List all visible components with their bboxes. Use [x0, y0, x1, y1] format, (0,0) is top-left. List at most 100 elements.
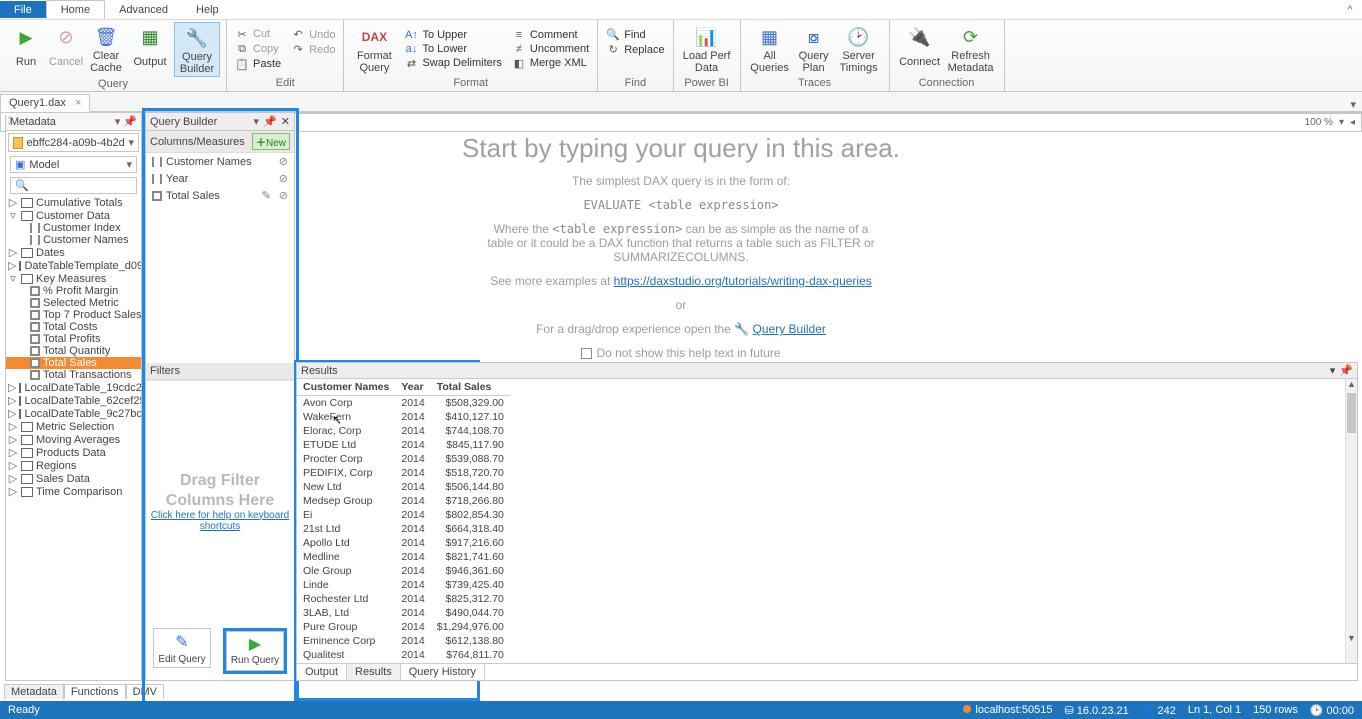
scroll-up-icon[interactable]: ▲ [1346, 379, 1357, 391]
output-button[interactable]: ▦Output [126, 22, 174, 77]
file-menu-tab[interactable]: File [0, 1, 46, 18]
document-tab[interactable]: Query1.dax × [0, 94, 90, 112]
table-row[interactable]: ▷Sales Data [6, 472, 141, 485]
close-icon[interactable]: ✕ [281, 115, 290, 128]
table-row[interactable]: ETUDE Ltd2014$845,117.90 [297, 438, 510, 452]
table-row[interactable]: Procter Corp2014$539,088.70 [297, 452, 510, 466]
functions-tab[interactable]: Functions [64, 684, 126, 699]
table-row[interactable]: ▷LocalDateTable_9c27bc4b [6, 407, 141, 420]
chevron-down-icon[interactable]: ▾ [1339, 117, 1344, 128]
table-row[interactable]: ▷Regions [6, 459, 141, 472]
doc-tab-menu-icon[interactable]: ▾ [1344, 98, 1362, 111]
collapse-ribbon-icon[interactable]: ^ [1338, 4, 1362, 16]
qb-dropdown-icon[interactable]: ▾ [254, 115, 260, 128]
table-row[interactable]: Apollo Ltd2014$917,216.60 [297, 536, 510, 550]
results-grid[interactable]: Customer NamesYearTotal SalesAvon Corp20… [297, 379, 1357, 663]
cut-button[interactable]: ✂Cut [233, 28, 283, 41]
table-row[interactable]: ▷LocalDateTable_62cef255-0 [6, 394, 141, 407]
table-row[interactable]: Ole Group2014$946,361.60 [297, 564, 510, 578]
query-plan-button[interactable]: ⧇Query Plan [793, 22, 835, 76]
table-row[interactable]: 21st Ltd2014$664,318.40 [297, 522, 510, 536]
comment-icon: ≡ [512, 29, 526, 41]
zoom-level[interactable]: 100 % [1305, 117, 1333, 128]
table-row[interactable]: Medsep Group2014$718,266.80 [297, 494, 510, 508]
help-menu-tab[interactable]: Help [182, 1, 233, 18]
table-row[interactable]: New Ltd2014$506,144.80 [297, 480, 510, 494]
close-tab-icon[interactable]: × [75, 97, 81, 109]
table-row[interactable]: ▷Moving Averages [6, 433, 141, 446]
table-row[interactable]: Pacific Ltd2014$551,972.80 [297, 662, 510, 663]
cancel-button[interactable]: ⊘Cancel [46, 22, 86, 77]
output-tab[interactable]: Output [297, 664, 347, 680]
undo-button[interactable]: ↶Undo [289, 28, 337, 41]
query-builder-button[interactable]: 🔧Query Builder [174, 22, 220, 77]
table-row[interactable]: ▷Products Data [6, 446, 141, 459]
home-menu-tab[interactable]: Home [46, 0, 105, 19]
comment-button[interactable]: ≡Comment [510, 29, 591, 41]
dax-tutorials-link[interactable]: https://daxstudio.org/tutorials/writing-… [614, 274, 872, 288]
play-icon: ▶ [249, 637, 261, 653]
to-lower-button[interactable]: a↓To Lower [402, 43, 503, 55]
replace-button[interactable]: ↻Replace [604, 43, 666, 56]
table-row[interactable]: 3LAB, Ltd2014$490,044.70 [297, 606, 510, 620]
qb-pin-icon[interactable]: 📌 [263, 115, 277, 128]
filters-header: Filters [146, 363, 294, 380]
table-row[interactable]: ▷Time Comparison [6, 485, 141, 498]
results-pin-icon[interactable]: 📌 [1339, 364, 1353, 377]
merge-xml-button[interactable]: ◧Merge XML [510, 57, 591, 70]
table-row[interactable]: Medline2014$821,741.60 [297, 550, 510, 564]
scroll-thumb[interactable] [1347, 393, 1356, 433]
metadata-pin-icon[interactable]: ▾ 📌 [115, 115, 137, 128]
chevron-left-icon[interactable]: ◂ [1350, 117, 1355, 128]
find-spacer [604, 58, 666, 70]
results-scrollbar[interactable]: ▲ ▼ [1345, 379, 1357, 663]
measure-icon [30, 370, 40, 380]
table-row[interactable]: Ei2014$802,854.30 [297, 508, 510, 522]
table-row[interactable]: Qualitest2014$764,811.70 [297, 648, 510, 662]
edit-query-button[interactable]: ✎Edit Query [153, 628, 211, 668]
ribbon-group-title: Format [350, 76, 591, 91]
table-row[interactable]: Pure Group2014$1,294,976.00 [297, 620, 510, 634]
connect-button[interactable]: 🔌Connect [896, 22, 944, 76]
table-row[interactable]: Rochester Ltd2014$825,312.70 [297, 592, 510, 606]
table-row[interactable]: ▷LocalDateTable_19cdc2e1- [6, 381, 141, 394]
filters-placeholder: Drag Filter Columns Here [150, 471, 290, 509]
swap-delimiters-button[interactable]: ⇄Swap Delimiters [402, 57, 503, 70]
table-icon [21, 435, 33, 445]
paste-button[interactable]: 📋Paste [233, 58, 283, 71]
find-button[interactable]: 🔍Find [604, 28, 666, 41]
format-query-button[interactable]: DAXFormat Query [350, 22, 398, 76]
results-table: Customer NamesYearTotal SalesAvon Corp20… [297, 379, 510, 663]
table-row[interactable]: Avon Corp2014$508,329.00 [297, 396, 510, 411]
clear-cache-button[interactable]: 🗑Clear Cache [86, 22, 126, 77]
server-timings-button[interactable]: 🕑Server Timings [835, 22, 883, 76]
redo-button[interactable]: ↷Redo [289, 43, 337, 56]
open-query-builder-link[interactable]: Query Builder [753, 322, 826, 336]
table-row[interactable]: Linde2014$739,425.40 [297, 578, 510, 592]
uncomment-button[interactable]: ≠Uncomment [510, 43, 591, 55]
do-not-show-checkbox[interactable] [581, 348, 592, 359]
table-row[interactable]: Elorac, Corp2014$744,108.70 [297, 424, 510, 438]
results-tab[interactable]: Results [347, 664, 401, 680]
table-row[interactable]: ▷Metric Selection [6, 420, 141, 433]
advanced-menu-tab[interactable]: Advanced [105, 1, 182, 18]
run-query-button[interactable]: ▶Run Query [226, 631, 284, 671]
refresh-metadata-button[interactable]: ⟳Refresh Metadata [944, 22, 998, 76]
copy-button[interactable]: ⧉Copy [233, 43, 283, 56]
dmv-tab[interactable]: DMV [126, 684, 164, 699]
scroll-down-icon[interactable]: ▼ [1346, 633, 1357, 645]
filters-drop-area[interactable]: Drag Filter Columns Here Click here for … [146, 380, 294, 622]
metadata-tab[interactable]: Metadata [4, 684, 64, 699]
table-row[interactable]: WakeFern2014$410,127.10 [297, 410, 510, 424]
all-queries-button[interactable]: ▦All Queries [747, 22, 793, 76]
measure-row[interactable]: Total Transactions [6, 369, 141, 381]
table-row[interactable]: PEDIFIX, Corp2014$518,720.70 [297, 466, 510, 480]
table-icon [21, 461, 33, 471]
table-row[interactable]: Eminence Corp2014$612,138.80 [297, 634, 510, 648]
keyboard-shortcuts-link[interactable]: Click here for help on keyboard shortcut… [150, 510, 290, 532]
results-dropdown-icon[interactable]: ▾ [1330, 364, 1336, 377]
query-history-tab[interactable]: Query History [401, 664, 485, 680]
run-button[interactable]: ▶Run [6, 22, 46, 77]
to-upper-button[interactable]: A↑To Upper [402, 29, 503, 41]
load-perf-data-button[interactable]: 📊Load Perf Data [680, 22, 734, 76]
